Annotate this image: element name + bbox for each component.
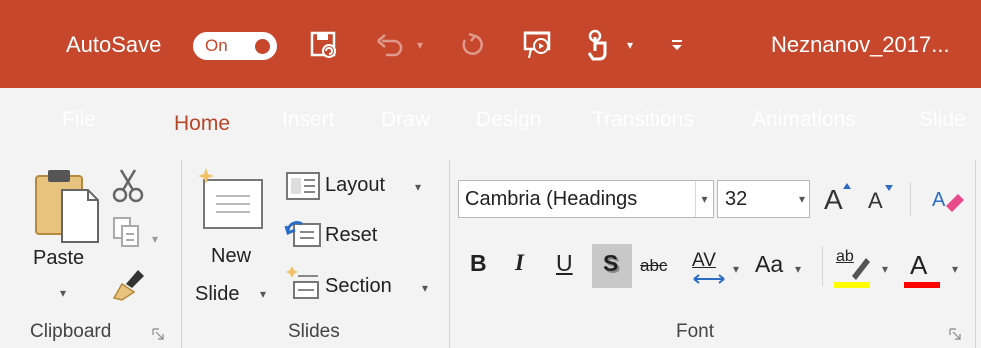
autosave-toggle[interactable]: On: [193, 32, 277, 60]
reset-icon[interactable]: [284, 218, 322, 250]
font-launcher-icon[interactable]: [949, 327, 961, 340]
text-shadow-icon: S: [603, 250, 619, 276]
copy-icon[interactable]: [108, 214, 148, 250]
divider: [822, 246, 823, 286]
font-color-bar: [904, 282, 940, 288]
new-slide-dropdown-icon[interactable]: ▾: [260, 287, 266, 301]
tab-home[interactable]: Home: [159, 88, 264, 156]
title-bar: AutoSave On ▾ ▾ Neznanov_2017...: [0, 0, 981, 88]
new-slide-label-line1[interactable]: New: [211, 245, 251, 268]
group-separator: [975, 160, 976, 348]
font-group-label: Font: [676, 321, 715, 342]
cut-icon[interactable]: [108, 168, 148, 204]
character-spacing-dropdown-icon[interactable]: ▾: [733, 262, 739, 276]
tab-draw[interactable]: Draw: [381, 108, 430, 132]
change-case-button[interactable]: Aa: [755, 251, 783, 278]
highlight-color-bar: [834, 282, 870, 288]
tab-slide-show[interactable]: Slide: [919, 108, 966, 132]
font-color-icon: A: [910, 250, 928, 280]
font-size-value: 32: [725, 188, 748, 210]
clear-formatting-icon[interactable]: A: [930, 182, 966, 218]
bold-button[interactable]: B: [470, 250, 487, 277]
font-name-dropdown-icon[interactable]: ▾: [695, 181, 713, 217]
strikethrough-button[interactable]: abc: [640, 256, 667, 276]
layout-dropdown-icon[interactable]: ▾: [415, 180, 421, 194]
font-size-dropdown-icon[interactable]: ▾: [799, 181, 805, 217]
present-from-beginning-icon[interactable]: [518, 27, 558, 63]
decrease-font-size-button[interactable]: A: [864, 180, 898, 218]
layout-label[interactable]: Layout: [325, 174, 385, 197]
font-size-combobox[interactable]: 32 ▾: [717, 180, 810, 218]
decrease-font-size-icon: A: [868, 188, 883, 213]
undo-icon[interactable]: [372, 27, 408, 63]
increase-font-size-button[interactable]: A: [820, 180, 856, 218]
clipboard-group-label: Clipboard: [30, 321, 112, 342]
font-color-dropdown-icon[interactable]: ▾: [952, 262, 958, 276]
copy-dropdown-icon[interactable]: ▾: [152, 232, 158, 246]
character-spacing-icon: AV: [692, 250, 716, 271]
autosave-state: On: [205, 36, 228, 55]
tab-file[interactable]: File: [62, 108, 96, 132]
change-case-dropdown-icon[interactable]: ▾: [795, 262, 801, 276]
clipboard-launcher-icon[interactable]: [152, 327, 164, 340]
tab-design[interactable]: Design: [476, 108, 541, 132]
italic-button[interactable]: I: [515, 250, 524, 276]
paste-dropdown-icon[interactable]: ▾: [60, 286, 66, 300]
undo-dropdown-icon[interactable]: ▾: [412, 27, 428, 63]
touch-mode-icon[interactable]: [580, 27, 616, 63]
autosave-label: AutoSave: [66, 32, 162, 57]
underline-button[interactable]: U: [556, 250, 573, 277]
document-title: Neznanov_2017...: [771, 32, 950, 57]
svg-text:A: A: [932, 189, 946, 211]
group-separator: [449, 160, 450, 348]
divider: [910, 182, 911, 216]
section-dropdown-icon[interactable]: ▾: [422, 281, 428, 295]
font-color-button[interactable]: A: [902, 246, 942, 290]
paste-label[interactable]: Paste: [33, 247, 84, 270]
reset-label[interactable]: Reset: [325, 224, 377, 247]
layout-icon[interactable]: [284, 170, 322, 202]
highlight-dropdown-icon[interactable]: ▾: [882, 262, 888, 276]
new-slide-icon[interactable]: [194, 166, 268, 236]
tab-animations[interactable]: Animations: [752, 108, 856, 132]
increase-font-size-icon: A: [824, 184, 843, 215]
new-slide-label-line2[interactable]: Slide: [195, 283, 239, 306]
text-shadow-button[interactable]: S: [592, 244, 632, 288]
save-icon[interactable]: [304, 27, 344, 63]
character-spacing-button[interactable]: AV: [690, 246, 728, 286]
tab-transitions[interactable]: Transitions: [592, 108, 694, 132]
tab-insert[interactable]: Insert: [282, 108, 335, 132]
font-name-combobox[interactable]: Cambria (Headings ▾: [458, 180, 714, 218]
tab-home-label: Home: [174, 112, 231, 135]
paste-icon[interactable]: [32, 166, 104, 246]
font-name-value: Cambria (Headings: [465, 188, 638, 210]
highlight-button[interactable]: ab: [834, 246, 874, 290]
section-icon[interactable]: [284, 266, 322, 300]
format-painter-icon[interactable]: [108, 262, 148, 302]
customize-qat-icon[interactable]: [666, 27, 688, 63]
group-separator: [181, 160, 182, 348]
touch-mode-dropdown-icon[interactable]: ▾: [622, 27, 638, 63]
redo-icon[interactable]: [454, 27, 490, 63]
toggle-knob: [255, 39, 270, 54]
section-label[interactable]: Section: [325, 275, 392, 298]
slides-group-label: Slides: [288, 321, 340, 342]
